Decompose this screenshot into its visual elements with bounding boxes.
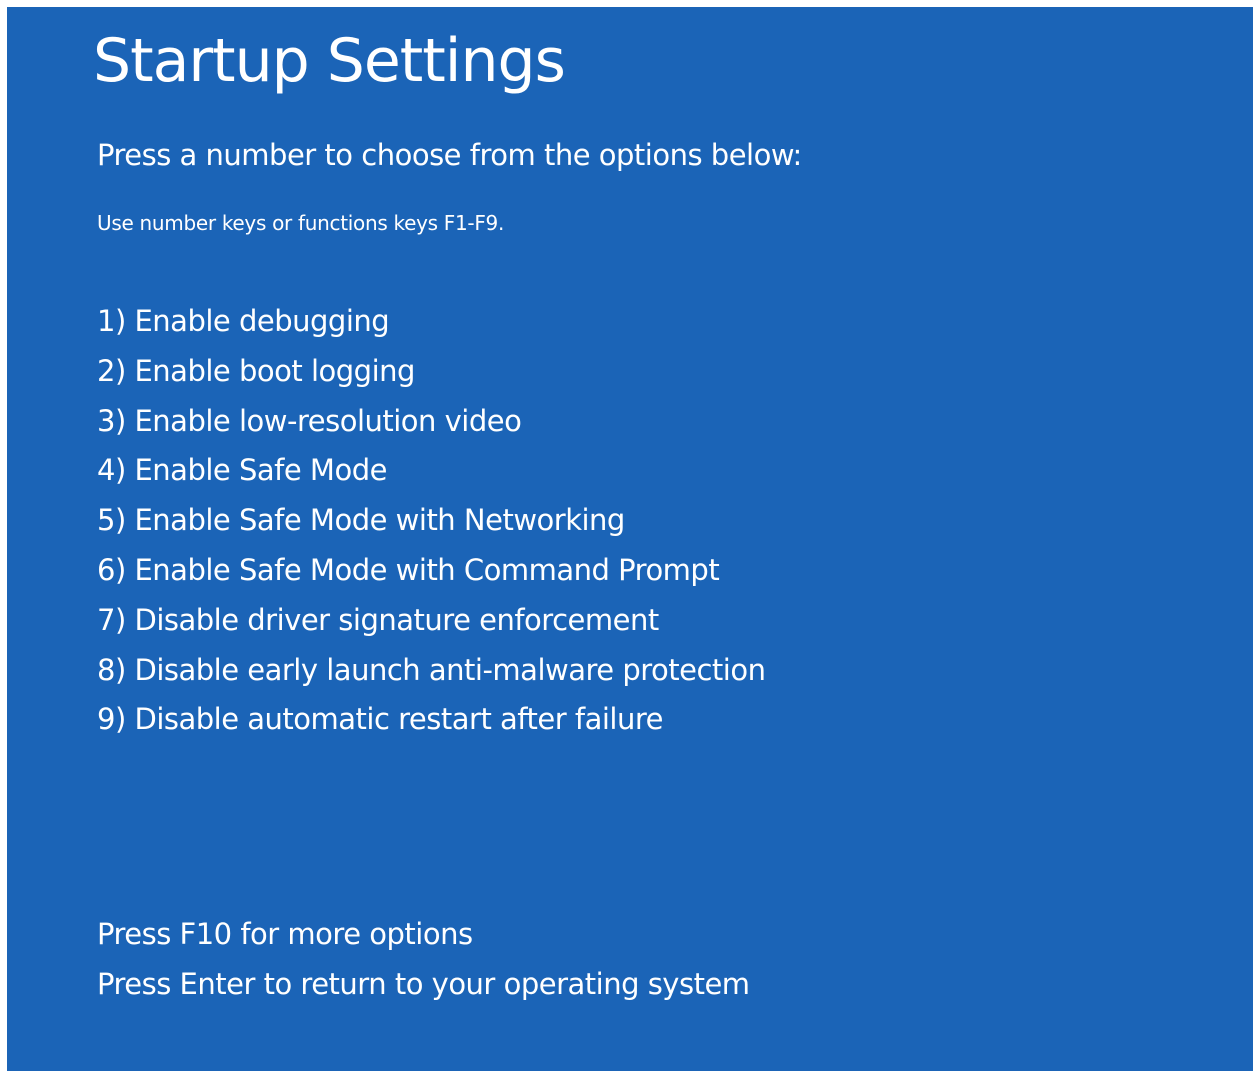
key-hint-text: Use number keys or functions keys F1-F9.: [97, 211, 505, 235]
option-enable-debugging[interactable]: 1) Enable debugging: [97, 297, 765, 347]
footer: Press F10 for more options Press Enter t…: [97, 910, 750, 1010]
option-enable-safe-mode-command-prompt[interactable]: 6) Enable Safe Mode with Command Prompt: [97, 546, 765, 596]
startup-settings-screen: Startup Settings Press a number to choos…: [7, 7, 1253, 1071]
option-disable-automatic-restart[interactable]: 9) Disable automatic restart after failu…: [97, 695, 765, 745]
option-enable-safe-mode[interactable]: 4) Enable Safe Mode: [97, 446, 765, 496]
option-enable-boot-logging[interactable]: 2) Enable boot logging: [97, 347, 765, 397]
option-enable-low-resolution-video[interactable]: 3) Enable low-resolution video: [97, 397, 765, 447]
option-enable-safe-mode-networking[interactable]: 5) Enable Safe Mode with Networking: [97, 496, 765, 546]
option-disable-driver-signature-enforcement[interactable]: 7) Disable driver signature enforcement: [97, 596, 765, 646]
option-disable-early-launch-anti-malware[interactable]: 8) Disable early launch anti-malware pro…: [97, 646, 766, 696]
page-title: Startup Settings: [93, 26, 566, 96]
instruction-text: Press a number to choose from the option…: [97, 138, 802, 172]
startup-options-list: 1) Enable debugging 2) Enable boot loggi…: [97, 297, 766, 745]
return-to-os-prompt[interactable]: Press Enter to return to your operating …: [97, 960, 750, 1010]
more-options-prompt[interactable]: Press F10 for more options: [97, 910, 750, 960]
